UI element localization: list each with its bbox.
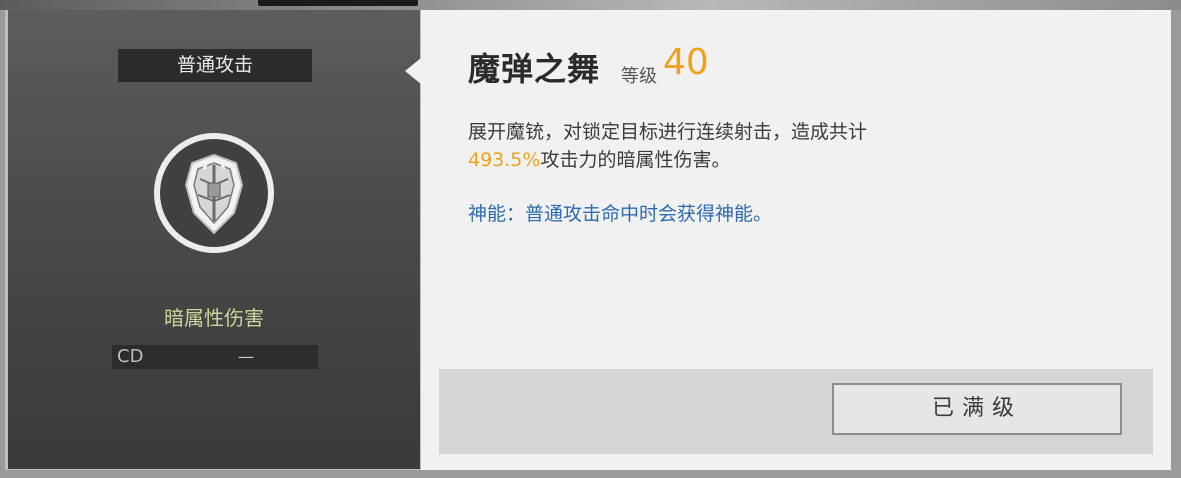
description-highlight: 493.5% bbox=[468, 149, 541, 171]
description-text-2: 攻击力的暗属性伤害。 bbox=[540, 149, 731, 171]
cooldown-value: — bbox=[238, 347, 254, 366]
damage-type-label: 暗属性伤害 bbox=[164, 306, 264, 330]
max-level-button[interactable]: 已满级 bbox=[832, 383, 1122, 435]
cooldown-bar: CD — bbox=[112, 345, 318, 369]
skill-left-panel: 普通攻击 暗属性伤害 CD — bbox=[8, 10, 420, 469]
description-text-1: 展开魔铳，对锁定目标进行连续射击，造成共计 bbox=[468, 121, 868, 143]
skill-category-tag: 普通攻击 bbox=[118, 49, 312, 82]
shield-emblem-icon bbox=[184, 153, 244, 235]
panel-pointer bbox=[405, 58, 421, 84]
top-cutoff-banner bbox=[258, 0, 418, 6]
level-value: 40 bbox=[663, 42, 709, 83]
cooldown-label: CD bbox=[117, 346, 144, 367]
skill-name: 魔弹之舞 bbox=[468, 50, 601, 88]
skill-icon-inner bbox=[160, 139, 268, 247]
skill-detail-panel: 魔弹之舞 等级 40 展开魔铳，对锁定目标进行连续射击，造成共计 493.5%攻击… bbox=[421, 10, 1171, 470]
divine-energy-note: 神能：普通攻击命中时会获得神能。 bbox=[468, 203, 773, 225]
level-label: 等级 bbox=[621, 66, 657, 87]
skill-icon-ring bbox=[154, 133, 274, 253]
upgrade-area: 已满级 bbox=[439, 369, 1153, 454]
skill-description: 展开魔铳，对锁定目标进行连续射击，造成共计 493.5%攻击力的暗属性伤害。 bbox=[468, 118, 928, 174]
top-strip bbox=[0, 0, 1181, 10]
